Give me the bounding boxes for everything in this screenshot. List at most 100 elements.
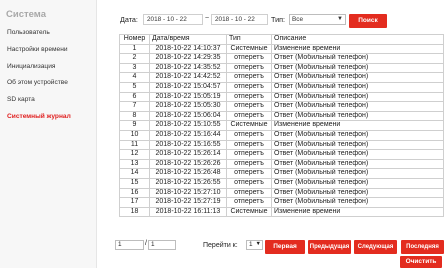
next-page-button[interactable]: Следующая: [354, 240, 397, 254]
cell-datetime: 2018-10-22 15:05:19: [149, 91, 227, 103]
cell-number: 13: [119, 158, 150, 170]
table-row: 5 2018-10-22 15:04:57 отперетъ Ответ (Мобил…: [119, 81, 444, 93]
sidebar-item-initialization[interactable]: Инициализация: [0, 59, 97, 76]
filter-bar: Дата: 2018 - 10 - 22 ~ 2018 - 10 - 22 Ти…: [120, 13, 444, 28]
column-header-type: Тип: [226, 34, 272, 45]
cell-type: отперетъ: [226, 168, 272, 179]
type-select[interactable]: Все ▼: [289, 14, 346, 25]
cell-datetime: 2018-10-22 15:26:55: [149, 177, 227, 189]
cell-description: Ответ (Мобильный телефон): [271, 72, 444, 83]
sidebar-item-sd-card[interactable]: SD карта: [0, 92, 97, 109]
cell-datetime: 2018-10-22 15:26:48: [149, 168, 227, 179]
sidebar-item-about-device[interactable]: Об этом устройстве: [0, 75, 97, 92]
cell-datetime: 2018-10-22 16:11:13: [149, 206, 227, 218]
sidebar-title: Система: [6, 9, 46, 20]
table-row: 2 2018-10-22 14:29:35 отперетъ Ответ (Мобил…: [119, 53, 444, 64]
cell-type: Системные: [226, 206, 272, 218]
cell-description: Ответ (Мобильный телефон): [271, 168, 444, 179]
cell-description: Ответ (Мобильный телефон): [271, 81, 444, 93]
cell-description: Изменение времени: [271, 120, 444, 131]
sidebar: Система Пользователь Настройки времени И…: [0, 0, 97, 268]
last-page-button[interactable]: Последняя: [401, 240, 444, 254]
cell-description: Ответ (Мобильный телефон): [271, 177, 444, 189]
cell-type: отперетъ: [226, 53, 272, 64]
cell-datetime: 2018-10-22 14:35:52: [149, 62, 227, 74]
table-header-row: Номер Дата/время Тип Описание: [119, 34, 444, 45]
cell-number: 10: [119, 129, 150, 141]
cell-number: 9: [119, 120, 150, 131]
cell-number: 14: [119, 168, 150, 179]
cell-type: отперетъ: [226, 187, 272, 199]
cell-datetime: 2018-10-22 15:26:14: [149, 149, 227, 160]
cell-description: Ответ (Мобильный телефон): [271, 110, 444, 122]
cell-description: Ответ (Мобильный телефон): [271, 53, 444, 64]
cell-datetime: 2018-10-22 15:16:55: [149, 139, 227, 151]
table-row: 8 2018-10-22 15:06:04 отперетъ Ответ (Мобил…: [119, 110, 444, 122]
cell-description: Ответ (Мобильный телефон): [271, 91, 444, 103]
page-slash: /: [145, 240, 147, 247]
cell-datetime: 2018-10-22 14:29:35: [149, 53, 227, 64]
chevron-down-icon: ▼: [337, 16, 343, 22]
clear-log-button[interactable]: Очистить: [400, 256, 442, 268]
sidebar-item-time-settings[interactable]: Настройки времени: [0, 42, 97, 59]
log-table: Номер Дата/время Тип Описание 1 2018-10-2…: [119, 34, 444, 218]
column-header-description: Описание: [271, 34, 444, 45]
sidebar-menu: Пользователь Настройки времени Инициализ…: [0, 25, 97, 126]
cell-type: отперетъ: [226, 110, 272, 122]
table-row: 18 2018-10-22 16:11:13 Системные Изменение …: [119, 206, 444, 218]
cell-datetime: 2018-10-22 15:06:04: [149, 110, 227, 122]
previous-page-button[interactable]: Предыдущая: [308, 240, 351, 254]
type-select-value: Все: [292, 16, 304, 23]
cell-datetime: 2018-10-22 15:10:55: [149, 120, 227, 131]
cell-number: 5: [119, 81, 150, 93]
cell-type: Системные: [226, 120, 272, 131]
table-row: 14 2018-10-22 15:26:48 отперетъ Ответ (Моби…: [119, 168, 444, 179]
cell-description: Ответ (Мобильный телефон): [271, 62, 444, 74]
cell-description: Ответ (Мобильный телефон): [271, 129, 444, 141]
cell-description: Ответ (Мобильный телефон): [271, 187, 444, 199]
cell-datetime: 2018-10-22 15:27:19: [149, 197, 227, 208]
first-page-button[interactable]: Первая: [265, 240, 305, 254]
cell-number: 18: [119, 206, 150, 218]
goto-page-value: 1: [249, 241, 253, 248]
sidebar-item-user[interactable]: Пользователь: [0, 25, 97, 42]
table-row: 13 2018-10-22 15:26:26 отперетъ Ответ (Моби…: [119, 158, 444, 170]
search-button[interactable]: Поиск: [349, 14, 387, 28]
cell-number: 2: [119, 53, 150, 64]
cell-description: Изменение времени: [271, 43, 444, 55]
chevron-down-icon: ▼: [255, 241, 261, 247]
cell-number: 11: [119, 139, 150, 151]
cell-type: отперетъ: [226, 177, 272, 189]
table-row: 3 2018-10-22 14:35:52 отперетъ Ответ (Мобил…: [119, 62, 444, 74]
cell-number: 6: [119, 91, 150, 103]
cell-datetime: 2018-10-22 14:42:52: [149, 72, 227, 83]
main-content: Дата: 2018 - 10 - 22 ~ 2018 - 10 - 22 Ти…: [100, 0, 446, 268]
table-row: 16 2018-10-22 15:27:10 отперетъ Ответ (Моби…: [119, 187, 444, 199]
table-row: 17 2018-10-22 15:27:19 отперетъ Ответ (Моби…: [119, 197, 444, 208]
goto-page-select[interactable]: 1 ▼: [246, 240, 263, 250]
cell-number: 8: [119, 110, 150, 122]
table-row: 6 2018-10-22 15:05:19 отперетъ Ответ (Мобил…: [119, 91, 444, 103]
total-pages-field: 1: [148, 240, 176, 250]
log-table-body: 1 2018-10-22 14:10:37 Системные Изменение в…: [119, 43, 444, 218]
cell-description: Ответ (Мобильный телефон): [271, 158, 444, 170]
cell-number: 12: [119, 149, 150, 160]
cell-type: отперетъ: [226, 72, 272, 83]
cell-datetime: 2018-10-22 15:26:26: [149, 158, 227, 170]
sidebar-item-system-log[interactable]: Системный журнал: [0, 109, 97, 126]
table-row: 12 2018-10-22 15:26:14 отперетъ Ответ (Моби…: [119, 149, 444, 160]
table-row: 1 2018-10-22 14:10:37 Системные Изменение в…: [119, 43, 444, 55]
date-from-field[interactable]: 2018 - 10 - 22: [143, 14, 203, 25]
cell-description: Изменение времени: [271, 206, 444, 218]
cell-type: отперетъ: [226, 139, 272, 151]
cell-type: отперетъ: [226, 149, 272, 160]
date-label: Дата:: [120, 15, 138, 24]
cell-datetime: 2018-10-22 15:04:57: [149, 81, 227, 93]
date-separator: ~: [205, 15, 210, 22]
table-row: 4 2018-10-22 14:42:52 отперетъ Ответ (Мобил…: [119, 72, 444, 83]
cell-type: отперетъ: [226, 62, 272, 74]
date-to-field[interactable]: 2018 - 10 - 22: [211, 14, 268, 25]
current-page-input[interactable]: 1: [115, 240, 144, 250]
cell-type: отперетъ: [226, 81, 272, 93]
cell-number: 17: [119, 197, 150, 208]
